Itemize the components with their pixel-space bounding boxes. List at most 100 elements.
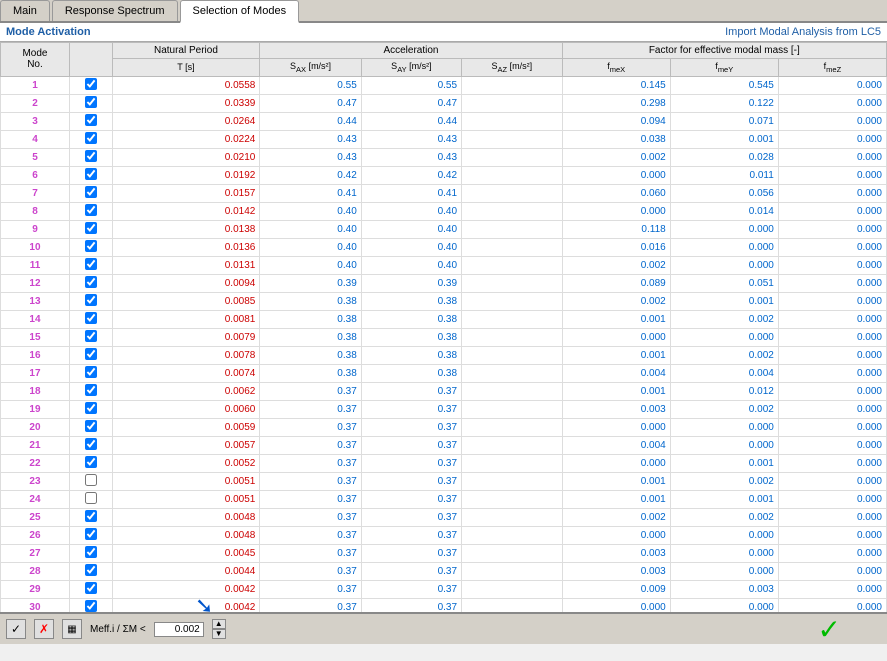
cell-sax: 0.40 bbox=[260, 220, 361, 238]
cell-checkbox[interactable] bbox=[69, 112, 112, 130]
tab-selection-of-modes[interactable]: Selection of Modes bbox=[180, 0, 300, 23]
mode-checkbox[interactable] bbox=[85, 168, 97, 180]
mode-checkbox[interactable] bbox=[85, 510, 97, 522]
mode-checkbox[interactable] bbox=[85, 96, 97, 108]
cell-T: 0.0060 bbox=[112, 400, 260, 418]
cell-checkbox[interactable] bbox=[69, 94, 112, 112]
cell-checkbox[interactable] bbox=[69, 526, 112, 544]
mode-checkbox[interactable] bbox=[85, 564, 97, 576]
cell-checkbox[interactable] bbox=[69, 472, 112, 490]
cell-checkbox[interactable] bbox=[69, 490, 112, 508]
mode-checkbox[interactable] bbox=[85, 222, 97, 234]
mode-checkbox[interactable] bbox=[85, 204, 97, 216]
cell-checkbox[interactable] bbox=[69, 220, 112, 238]
cell-checkbox[interactable] bbox=[69, 76, 112, 94]
mode-checkbox[interactable] bbox=[85, 420, 97, 432]
cell-mode-no: 4 bbox=[1, 130, 70, 148]
mode-checkbox[interactable] bbox=[85, 366, 97, 378]
cell-checkbox[interactable] bbox=[69, 580, 112, 598]
mode-checkbox[interactable] bbox=[85, 546, 97, 558]
mode-checkbox[interactable] bbox=[85, 600, 97, 612]
tab-response-spectrum[interactable]: Response Spectrum bbox=[52, 0, 178, 21]
mode-checkbox[interactable] bbox=[85, 438, 97, 450]
mode-checkbox[interactable] bbox=[85, 150, 97, 162]
cell-checkbox[interactable] bbox=[69, 454, 112, 472]
mode-checkbox[interactable] bbox=[85, 582, 97, 594]
cell-fmey: 0.011 bbox=[670, 166, 778, 184]
mode-checkbox[interactable] bbox=[85, 330, 97, 342]
mode-checkbox[interactable] bbox=[85, 528, 97, 540]
spinner-down[interactable]: ▼ bbox=[212, 629, 226, 639]
cell-saz bbox=[462, 364, 563, 382]
cell-checkbox[interactable] bbox=[69, 310, 112, 328]
cell-fmez: 0.000 bbox=[778, 184, 886, 202]
mode-checkbox[interactable] bbox=[85, 186, 97, 198]
cell-T: 0.0558 bbox=[112, 76, 260, 94]
cell-checkbox[interactable] bbox=[69, 544, 112, 562]
threshold-input[interactable] bbox=[154, 622, 204, 637]
mode-checkbox[interactable] bbox=[85, 474, 97, 486]
cell-checkbox[interactable] bbox=[69, 292, 112, 310]
mode-checkbox[interactable] bbox=[85, 348, 97, 360]
mode-checkbox[interactable] bbox=[85, 492, 97, 504]
spinner-up[interactable]: ▲ bbox=[212, 619, 226, 629]
col-T: T [s] bbox=[112, 59, 260, 77]
cell-saz bbox=[462, 508, 563, 526]
cell-fmey: 0.000 bbox=[670, 436, 778, 454]
check-all-button[interactable]: ✓ bbox=[6, 619, 26, 639]
cell-saz bbox=[462, 184, 563, 202]
cell-checkbox[interactable] bbox=[69, 346, 112, 364]
cell-fmex: 0.145 bbox=[562, 76, 670, 94]
cell-checkbox[interactable] bbox=[69, 238, 112, 256]
mode-checkbox[interactable] bbox=[85, 276, 97, 288]
cell-checkbox[interactable] bbox=[69, 508, 112, 526]
cell-checkbox[interactable] bbox=[69, 184, 112, 202]
import-modal-button[interactable]: Import Modal Analysis from LC5 bbox=[725, 26, 881, 38]
mode-checkbox[interactable] bbox=[85, 384, 97, 396]
cell-sax: 0.38 bbox=[260, 364, 361, 382]
cell-checkbox[interactable] bbox=[69, 202, 112, 220]
mode-checkbox[interactable] bbox=[85, 132, 97, 144]
mode-checkbox[interactable] bbox=[85, 258, 97, 270]
cell-checkbox[interactable] bbox=[69, 328, 112, 346]
cell-checkbox[interactable] bbox=[69, 256, 112, 274]
threshold-spinner[interactable]: ▲ ▼ bbox=[212, 619, 226, 639]
valid-checkmark: ✓ bbox=[818, 613, 841, 646]
cell-say: 0.37 bbox=[361, 454, 461, 472]
cell-checkbox[interactable] bbox=[69, 148, 112, 166]
tab-main[interactable]: Main bbox=[0, 0, 50, 21]
cell-checkbox[interactable] bbox=[69, 418, 112, 436]
mode-checkbox[interactable] bbox=[85, 312, 97, 324]
cell-fmez: 0.000 bbox=[778, 292, 886, 310]
mode-checkbox[interactable] bbox=[85, 456, 97, 468]
cell-checkbox[interactable] bbox=[69, 166, 112, 184]
cell-checkbox[interactable] bbox=[69, 436, 112, 454]
cell-fmex: 0.004 bbox=[562, 364, 670, 382]
cell-checkbox[interactable] bbox=[69, 400, 112, 418]
cell-checkbox[interactable] bbox=[69, 130, 112, 148]
cell-checkbox[interactable] bbox=[69, 562, 112, 580]
cell-T: 0.0138 bbox=[112, 220, 260, 238]
cell-saz bbox=[462, 454, 563, 472]
mode-checkbox[interactable] bbox=[85, 78, 97, 90]
mode-checkbox[interactable] bbox=[85, 402, 97, 414]
cell-checkbox[interactable] bbox=[69, 364, 112, 382]
mode-checkbox[interactable] bbox=[85, 240, 97, 252]
cell-sax: 0.55 bbox=[260, 76, 361, 94]
cell-fmex: 0.000 bbox=[562, 454, 670, 472]
filter-button[interactable]: ▦ bbox=[62, 619, 82, 639]
cell-mode-no: 13 bbox=[1, 292, 70, 310]
uncheck-all-button[interactable]: ✗ bbox=[34, 619, 54, 639]
mode-checkbox[interactable] bbox=[85, 114, 97, 126]
col-factor-header: Factor for effective modal mass [-] bbox=[562, 43, 886, 59]
cell-saz bbox=[462, 112, 563, 130]
cell-checkbox[interactable] bbox=[69, 382, 112, 400]
cell-checkbox[interactable] bbox=[69, 274, 112, 292]
cell-fmey: 0.028 bbox=[670, 148, 778, 166]
cell-checkbox[interactable] bbox=[69, 598, 112, 612]
cell-say: 0.37 bbox=[361, 508, 461, 526]
cell-say: 0.37 bbox=[361, 544, 461, 562]
cell-T: 0.0192 bbox=[112, 166, 260, 184]
mode-checkbox[interactable] bbox=[85, 294, 97, 306]
cell-T: 0.0062 bbox=[112, 382, 260, 400]
